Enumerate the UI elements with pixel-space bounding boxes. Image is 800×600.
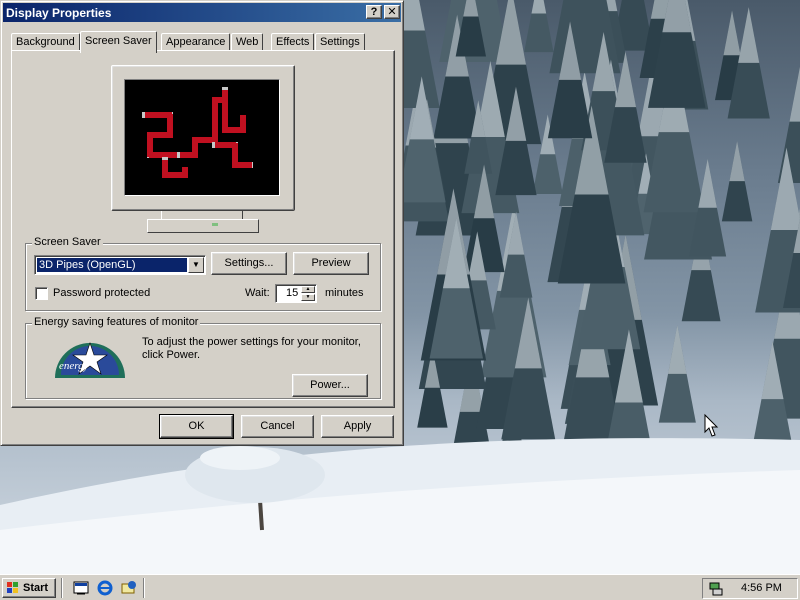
spin-down-icon[interactable]: ▼ xyxy=(301,294,315,301)
tab-web[interactable]: Web xyxy=(231,33,264,51)
outlook-express-icon[interactable] xyxy=(120,579,138,597)
title-bar[interactable]: Display Properties ? ✕ xyxy=(3,3,401,22)
wait-label: Wait: xyxy=(245,287,270,299)
password-protected-label: Password protected xyxy=(53,287,151,299)
power-button[interactable]: Power... xyxy=(292,374,368,397)
screen-saver-group-label: Screen Saver xyxy=(32,236,103,248)
close-button[interactable]: ✕ xyxy=(384,5,400,19)
preview-button[interactable]: Preview xyxy=(293,252,369,275)
apply-button[interactable]: Apply xyxy=(321,415,394,438)
preview-screen xyxy=(124,79,280,196)
help-button[interactable]: ? xyxy=(366,5,382,19)
screen-saver-selected: 3D Pipes (OpenGL) xyxy=(37,258,187,272)
tree-snow xyxy=(668,325,687,374)
ok-button[interactable]: OK xyxy=(159,414,234,439)
wait-value: 15 xyxy=(286,287,299,299)
monitor-neck xyxy=(161,211,243,219)
tab-settings[interactable]: Settings xyxy=(315,33,365,51)
start-label: Start xyxy=(23,582,49,594)
taskbar: Start 4:56 PM xyxy=(0,574,800,600)
wait-minutes-stepper[interactable]: 15 ▲ ▼ xyxy=(275,284,317,303)
screen-saver-select[interactable]: 3D Pipes (OpenGL) ▼ xyxy=(34,255,206,275)
tree-snow xyxy=(723,10,741,56)
taskbar-separator xyxy=(61,578,63,598)
mouse-cursor xyxy=(704,413,719,437)
password-protected-checkbox[interactable] xyxy=(35,287,48,300)
monitor-base xyxy=(147,219,259,233)
tab-appearance[interactable]: Appearance xyxy=(161,33,231,51)
3d-pipes-preview xyxy=(142,87,253,178)
energy-group-label: Energy saving features of monitor xyxy=(32,316,201,328)
clock[interactable]: 4:56 PM xyxy=(741,582,782,594)
system-tray: 4:56 PM xyxy=(702,578,798,599)
tree-snow xyxy=(729,140,745,182)
cancel-button[interactable]: Cancel xyxy=(241,415,314,438)
tree-snow xyxy=(789,66,800,122)
show-desktop-icon[interactable] xyxy=(72,579,90,597)
taskbar-separator xyxy=(143,578,145,598)
energy-description: To adjust the power settings for your mo… xyxy=(142,336,361,361)
tree-snow xyxy=(698,158,717,208)
wait-units: minutes xyxy=(325,287,364,299)
tab-screen-saver[interactable]: Screen Saver xyxy=(80,31,157,53)
display-properties-window: Display Properties ? ✕ Background Screen… xyxy=(0,0,404,446)
tab-effects[interactable]: Effects xyxy=(271,33,315,51)
start-button[interactable]: Start xyxy=(2,578,56,598)
tree-snow xyxy=(738,7,760,63)
energy-star-logo: energy xyxy=(55,342,125,378)
chevron-down-icon[interactable]: ▼ xyxy=(188,257,204,273)
settings-button[interactable]: Settings... xyxy=(211,252,287,275)
power-led-icon xyxy=(212,223,218,226)
network-icon[interactable] xyxy=(708,581,724,597)
spin-up-icon[interactable]: ▲ xyxy=(301,286,315,293)
internet-explorer-icon[interactable] xyxy=(96,579,114,597)
windows-logo-icon xyxy=(7,582,18,593)
tree-snow xyxy=(531,0,547,14)
energy-logo-text: energy xyxy=(59,360,89,372)
tab-background[interactable]: Background xyxy=(11,33,80,51)
window-title: Display Properties xyxy=(6,6,112,20)
